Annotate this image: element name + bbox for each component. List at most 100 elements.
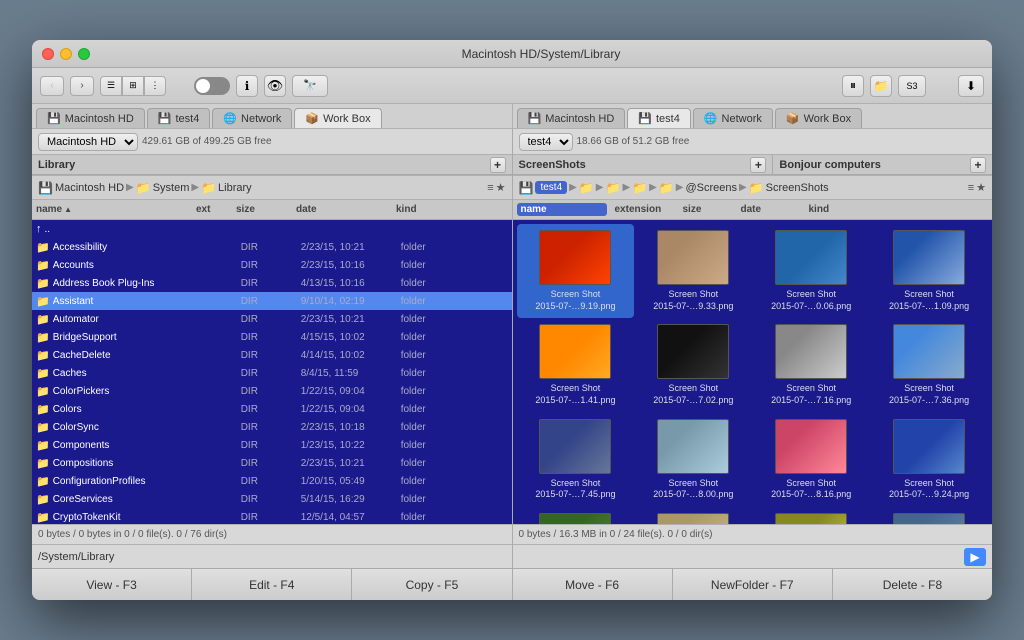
left-file-row[interactable]: 📁 ColorSync DIR 2/23/15, 10:18 folder bbox=[32, 418, 512, 436]
folder-icon: 📁 bbox=[36, 295, 50, 308]
left-tab-macintosh[interactable]: 💾 Macintosh HD bbox=[36, 108, 145, 128]
left-tabs: 💾 Macintosh HD 💾 test4 🌐 Network 📦 Work … bbox=[32, 104, 512, 128]
left-file-row[interactable]: 📁 Components DIR 1/23/15, 10:22 folder bbox=[32, 436, 512, 454]
left-col-headers: name ▲ ext size date kind bbox=[32, 200, 512, 220]
column-view-button[interactable]: ⊞ bbox=[122, 76, 144, 96]
col-kind-header[interactable]: kind bbox=[396, 204, 508, 215]
thumbnail-label: Screen Shot2015-07-…7.16.png bbox=[771, 383, 851, 406]
left-file-row[interactable]: 📁 Assistant DIR 9/10/14, 02:19 folder bbox=[32, 292, 512, 310]
back-button[interactable]: ‹ bbox=[40, 76, 64, 96]
left-drive-select[interactable]: Macintosh HD bbox=[38, 133, 138, 151]
right-view-icon[interactable]: ≡ bbox=[968, 182, 974, 194]
thumbnail-cell[interactable]: Screen Shot2015-07-…9.38.png bbox=[517, 507, 635, 524]
thumbnail-cell[interactable]: Screen Shot2015-07-…8.00.png bbox=[634, 413, 752, 507]
r-col-size-header[interactable]: size bbox=[683, 204, 733, 215]
forward-button[interactable]: › bbox=[70, 76, 94, 96]
col-name-header[interactable]: name ▲ bbox=[36, 204, 196, 215]
thumbnail-cell[interactable]: Screen Shot2015-07-…1.41.png bbox=[517, 318, 635, 412]
left-file-row[interactable]: 📁 Colors DIR 1/22/15, 09:04 folder bbox=[32, 400, 512, 418]
thumbnail-cell[interactable]: Screen Shot2015-07-…9.19.png bbox=[517, 224, 635, 318]
left-file-row[interactable]: 📁 Accessibility DIR 2/23/15, 10:21 folde… bbox=[32, 238, 512, 256]
gallery-view-button[interactable]: ⋮ bbox=[144, 76, 166, 96]
thumbnail-cell[interactable]: Screen Shot2015-07-…7.45.png bbox=[517, 413, 635, 507]
left-add-button[interactable]: + bbox=[490, 157, 506, 173]
col-ext-header[interactable]: ext bbox=[196, 204, 236, 215]
thumbnail-cell[interactable]: Screen Shot2015-07-…9.44.png bbox=[634, 507, 752, 524]
left-tab-workbox[interactable]: 📦 Work Box bbox=[294, 108, 381, 128]
thumbnail-image bbox=[775, 324, 847, 379]
left-file-row[interactable]: 📁 CoreServices DIR 5/14/15, 16:29 folder bbox=[32, 490, 512, 508]
thumbnail-cell[interactable]: Screen Shot2015-07-…7.02.png bbox=[634, 318, 752, 412]
left-file-row[interactable]: 📁 Address Book Plug-Ins DIR 4/13/15, 10:… bbox=[32, 274, 512, 292]
r-col-kind-header[interactable]: kind bbox=[809, 204, 989, 215]
thumbnail-cell[interactable]: Screen Shot2015-07-…0.06.png bbox=[752, 224, 870, 318]
right-tab-test4[interactable]: 💾 test4 bbox=[627, 108, 691, 128]
bottom-btn-newfolder[interactable]: NewFolder - F7 bbox=[673, 569, 833, 600]
thumbnail-cell[interactable]: Screen Shot2015-07-…7.36.png bbox=[870, 318, 988, 412]
r-col-name-header[interactable]: name bbox=[517, 203, 607, 216]
left-file-list[interactable]: ↑ .. 📁 Accessibility DIR 2/23/15, 10:21 … bbox=[32, 220, 512, 524]
bottom-btn-delete[interactable]: Delete - F8 bbox=[833, 569, 992, 600]
bottom-btn-copy[interactable]: Copy - F5 bbox=[352, 569, 512, 600]
pause-button[interactable]: ⏸ bbox=[842, 75, 864, 97]
left-file-row[interactable]: 📁 CacheDelete DIR 4/14/15, 10:02 folder bbox=[32, 346, 512, 364]
file-kind: folder bbox=[401, 386, 508, 397]
file-size: DIR bbox=[241, 260, 301, 271]
left-file-row[interactable]: 📁 BridgeSupport DIR 4/15/15, 10:02 folde… bbox=[32, 328, 512, 346]
right-tab-network[interactable]: 🌐 Network bbox=[693, 108, 773, 128]
close-button[interactable] bbox=[42, 48, 54, 60]
new-folder-toolbar-button[interactable]: 📁 bbox=[870, 75, 892, 97]
file-size: DIR bbox=[241, 278, 301, 289]
file-kind: folder bbox=[401, 260, 508, 271]
left-file-row[interactable]: 📁 ColorPickers DIR 1/22/15, 09:04 folder bbox=[32, 382, 512, 400]
left-file-row[interactable]: 📁 Accounts DIR 2/23/15, 10:16 folder bbox=[32, 256, 512, 274]
right-tab-workbox[interactable]: 📦 Work Box bbox=[775, 108, 862, 128]
right-add-button[interactable]: + bbox=[750, 157, 766, 173]
left-view-icon[interactable]: ≡ bbox=[487, 182, 493, 194]
info-button[interactable]: ℹ bbox=[236, 75, 258, 97]
file-size: DIR bbox=[241, 476, 301, 487]
thumbnail-grid[interactable]: Screen Shot2015-07-…9.19.png Screen Shot… bbox=[513, 220, 993, 524]
right-drive-select[interactable]: test4 bbox=[519, 133, 573, 151]
binoculars-button[interactable]: 🔭 bbox=[292, 75, 328, 97]
bottom-btn-edit[interactable]: Edit - F4 bbox=[192, 569, 352, 600]
r-col-ext-header[interactable]: extension bbox=[615, 204, 675, 215]
right-star-icon[interactable]: ★ bbox=[976, 181, 986, 194]
bonjour-add-button[interactable]: + bbox=[970, 157, 986, 173]
toggle-switch[interactable] bbox=[194, 77, 230, 95]
left-file-row[interactable]: 📁 Automator DIR 2/23/15, 10:21 folder bbox=[32, 310, 512, 328]
minimize-button[interactable] bbox=[60, 48, 72, 60]
r-folder-icon-4: 📁 bbox=[659, 181, 674, 195]
left-file-row[interactable]: 📁 CryptoTokenKit DIR 12/5/14, 04:57 fold… bbox=[32, 508, 512, 524]
thumbnail-cell[interactable]: Screen Shot2015-07-…0.02.png bbox=[752, 507, 870, 524]
left-file-row[interactable]: 📁 Compositions DIR 2/23/15, 10:21 folder bbox=[32, 454, 512, 472]
left-star-icon[interactable]: ★ bbox=[496, 181, 506, 194]
left-tab-test4[interactable]: 💾 test4 bbox=[147, 108, 211, 128]
r-col-date-header[interactable]: date bbox=[741, 204, 801, 215]
list-view-button[interactable]: ☰ bbox=[100, 76, 122, 96]
bottom-btn-view[interactable]: View - F3 bbox=[32, 569, 192, 600]
thumbnail-cell[interactable]: Screen Shot2015-07-…0.18.png bbox=[870, 507, 988, 524]
download-button[interactable]: ⬇ bbox=[958, 75, 984, 97]
file-kind: folder bbox=[401, 368, 508, 379]
left-file-row[interactable]: 📁 Caches DIR 8/4/15, 11:59 folder bbox=[32, 364, 512, 382]
s3-button[interactable]: S3 bbox=[898, 75, 926, 97]
left-path-input[interactable] bbox=[38, 551, 506, 563]
thumbnail-cell[interactable]: Screen Shot2015-07-…8.16.png bbox=[752, 413, 870, 507]
left-file-row[interactable]: 📁 ConfigurationProfiles DIR 1/20/15, 05:… bbox=[32, 472, 512, 490]
thumbnail-cell[interactable]: Screen Shot2015-07-…9.24.png bbox=[870, 413, 988, 507]
maximize-button[interactable] bbox=[78, 48, 90, 60]
col-date-header[interactable]: date bbox=[296, 204, 396, 215]
bottom-btn-move[interactable]: Move - F6 bbox=[513, 569, 673, 600]
thumbnail-cell[interactable]: Screen Shot2015-07-…9.33.png bbox=[634, 224, 752, 318]
eye-button[interactable]: 👁 bbox=[264, 75, 286, 97]
thumbnail-cell[interactable]: Screen Shot2015-07-…1.09.png bbox=[870, 224, 988, 318]
left-file-row[interactable]: ↑ .. bbox=[32, 220, 512, 238]
right-path-arrow[interactable]: ▶ bbox=[964, 548, 986, 566]
left-tab-network[interactable]: 🌐 Network bbox=[212, 108, 292, 128]
col-size-header[interactable]: size bbox=[236, 204, 296, 215]
right-path-input[interactable] bbox=[519, 551, 961, 563]
thumbnail-cell[interactable]: Screen Shot2015-07-…7.16.png bbox=[752, 318, 870, 412]
right-tab-macintosh[interactable]: 💾 Macintosh HD bbox=[517, 108, 626, 128]
file-date: 5/14/15, 16:29 bbox=[301, 494, 401, 505]
